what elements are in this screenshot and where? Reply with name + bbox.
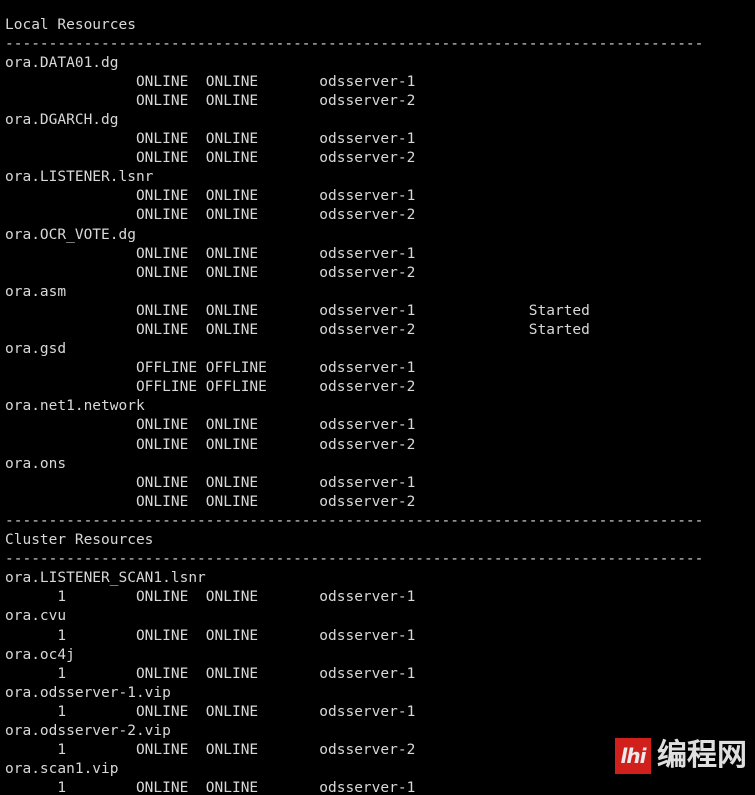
terminal-output: Local Resources ------------------------…: [0, 14, 755, 795]
